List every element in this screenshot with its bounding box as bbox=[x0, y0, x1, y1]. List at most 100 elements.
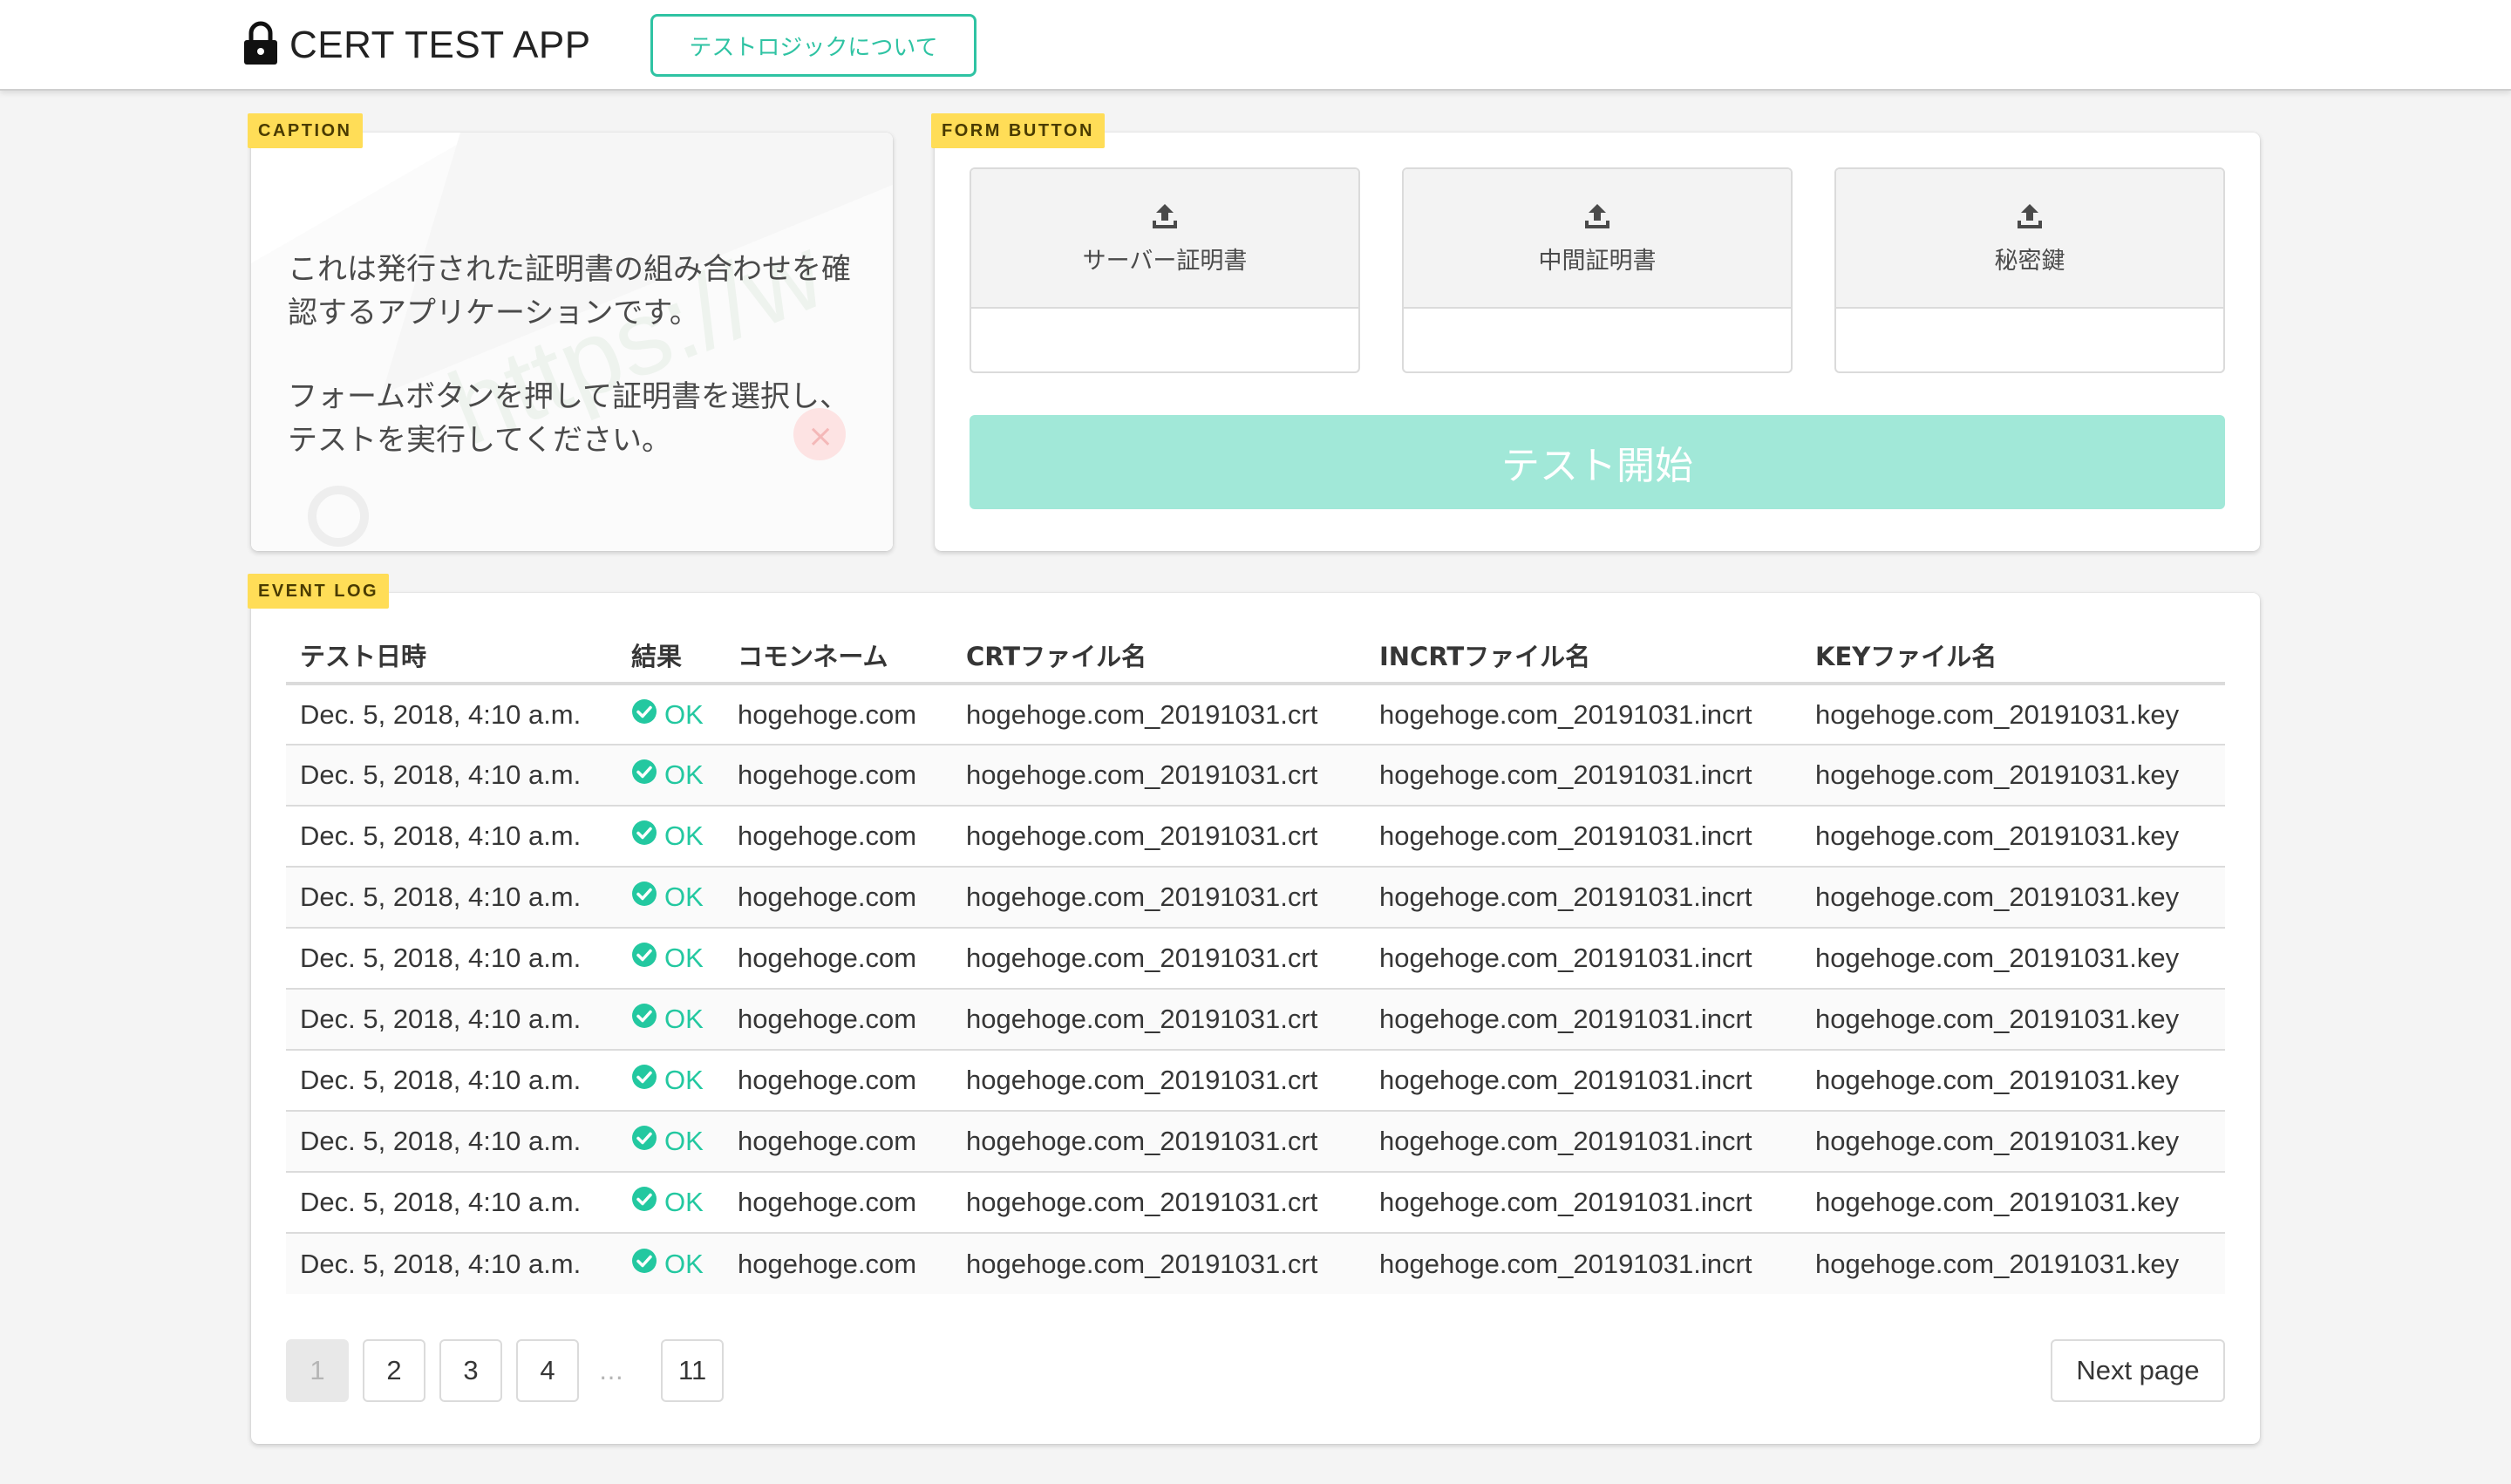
check-circle-icon bbox=[631, 759, 657, 792]
common-name-cell: hogehoge.com bbox=[724, 1111, 952, 1173]
common-name-cell: hogehoge.com bbox=[724, 745, 952, 807]
caption-paragraph: フォームボタンを押して証明書を選択し、テストを実行してください。 bbox=[288, 379, 849, 458]
table-header-row: テスト日時 結果 コモンネーム CRTファイル名 INCRTファイル名 KEYフ… bbox=[286, 628, 2225, 685]
column-header-date: テスト日時 bbox=[286, 628, 617, 685]
upload-label: 秘密鍵 bbox=[1994, 247, 2065, 275]
crt-file-cell: hogehoge.com_20191031.crt bbox=[952, 684, 1365, 745]
result-status: OK bbox=[631, 881, 710, 914]
page-button[interactable]: 2 bbox=[363, 1339, 425, 1402]
result-label: OK bbox=[664, 1126, 704, 1156]
incrt-file-cell: hogehoge.com_20191031.incrt bbox=[1365, 1050, 1801, 1112]
result-label: OK bbox=[664, 882, 704, 912]
table-row: Dec. 5, 2018, 4:10 a.m. OK hogehoge.com hog… bbox=[286, 806, 2225, 868]
crt-file-cell: hogehoge.com_20191031.crt bbox=[952, 1050, 1365, 1112]
upload-filename bbox=[1404, 309, 1791, 371]
date-cell: Dec. 5, 2018, 4:10 a.m. bbox=[286, 806, 617, 868]
result-status: OK bbox=[631, 942, 710, 975]
server-cert-upload[interactable]: サーバー証明書 bbox=[970, 167, 1360, 373]
result-cell: OK bbox=[617, 989, 724, 1051]
result-label: OK bbox=[664, 820, 704, 851]
result-cell: OK bbox=[617, 806, 724, 868]
upload-cta[interactable]: 秘密鍵 bbox=[1836, 169, 2223, 309]
upload-cta[interactable]: サーバー証明書 bbox=[971, 169, 1358, 309]
upload-icon bbox=[1150, 201, 1180, 235]
result-cell: OK bbox=[617, 1111, 724, 1173]
result-status: OK bbox=[631, 1248, 710, 1281]
date-cell: Dec. 5, 2018, 4:10 a.m. bbox=[286, 1111, 617, 1173]
date-cell: Dec. 5, 2018, 4:10 a.m. bbox=[286, 989, 617, 1051]
table-row: Dec. 5, 2018, 4:10 a.m. OK hogehoge.com hog… bbox=[286, 1172, 2225, 1234]
table-row: Dec. 5, 2018, 4:10 a.m. OK hogehoge.com hog… bbox=[286, 1233, 2225, 1294]
column-header-incrt-file: INCRTファイル名 bbox=[1365, 628, 1801, 685]
page-button-current[interactable]: 1 bbox=[286, 1339, 349, 1402]
table-row: Dec. 5, 2018, 4:10 a.m. OK hogehoge.com hog… bbox=[286, 989, 2225, 1051]
page-button[interactable]: 4 bbox=[516, 1339, 579, 1402]
app-title: CERT TEST APP bbox=[289, 24, 591, 66]
table-row: Dec. 5, 2018, 4:10 a.m. OK hogehoge.com hog… bbox=[286, 1111, 2225, 1173]
check-circle-icon bbox=[631, 698, 657, 732]
brand[interactable]: CERT TEST APP bbox=[242, 17, 591, 73]
result-status: OK bbox=[631, 1003, 710, 1036]
key-file-cell: hogehoge.com_20191031.key bbox=[1801, 1050, 2225, 1112]
incrt-file-cell: hogehoge.com_20191031.incrt bbox=[1365, 806, 1801, 868]
common-name-cell: hogehoge.com bbox=[724, 1172, 952, 1234]
result-cell: OK bbox=[617, 867, 724, 929]
crt-file-cell: hogehoge.com_20191031.crt bbox=[952, 867, 1365, 929]
date-cell: Dec. 5, 2018, 4:10 a.m. bbox=[286, 1050, 617, 1112]
check-circle-icon bbox=[631, 1064, 657, 1097]
about-logic-button[interactable]: テストロジックについて bbox=[650, 14, 976, 77]
result-label: OK bbox=[664, 1004, 704, 1034]
caption-text: これは発行された証明書の組み合わせを確認するアプリケーションです。 フォームボタ… bbox=[288, 248, 863, 462]
date-cell: Dec. 5, 2018, 4:10 a.m. bbox=[286, 684, 617, 745]
page-button-last[interactable]: 11 bbox=[661, 1339, 725, 1402]
intermediate-cert-upload[interactable]: 中間証明書 bbox=[1402, 167, 1793, 373]
column-header-key-file: KEYファイル名 bbox=[1801, 628, 2225, 685]
date-cell: Dec. 5, 2018, 4:10 a.m. bbox=[286, 1172, 617, 1234]
result-status: OK bbox=[631, 820, 710, 853]
event-log-table: テスト日時 結果 コモンネーム CRTファイル名 INCRTファイル名 KEYフ… bbox=[286, 628, 2225, 1294]
common-name-cell: hogehoge.com bbox=[724, 1050, 952, 1112]
result-cell: OK bbox=[617, 684, 724, 745]
key-file-cell: hogehoge.com_20191031.key bbox=[1801, 806, 2225, 868]
crt-file-cell: hogehoge.com_20191031.crt bbox=[952, 989, 1365, 1051]
key-file-cell: hogehoge.com_20191031.key bbox=[1801, 867, 2225, 929]
check-circle-icon bbox=[631, 881, 657, 914]
next-page-button[interactable]: Next page bbox=[2051, 1339, 2225, 1402]
upload-label: サーバー証明書 bbox=[1082, 247, 1248, 275]
key-file-cell: hogehoge.com_20191031.key bbox=[1801, 1233, 2225, 1294]
key-file-cell: hogehoge.com_20191031.key bbox=[1801, 745, 2225, 807]
navbar: CERT TEST APP テストロジックについて bbox=[0, 0, 2511, 91]
result-status: OK bbox=[631, 1186, 710, 1219]
result-status: OK bbox=[631, 759, 710, 792]
common-name-cell: hogehoge.com bbox=[724, 867, 952, 929]
start-test-button[interactable]: テスト開始 bbox=[970, 415, 2225, 509]
form-button-tag: FORM BUTTON bbox=[931, 113, 1105, 148]
key-file-cell: hogehoge.com_20191031.key bbox=[1801, 1111, 2225, 1173]
check-circle-icon bbox=[631, 1248, 657, 1281]
table-row: Dec. 5, 2018, 4:10 a.m. OK hogehoge.com hog… bbox=[286, 684, 2225, 745]
table-row: Dec. 5, 2018, 4:10 a.m. OK hogehoge.com hog… bbox=[286, 745, 2225, 807]
crt-file-cell: hogehoge.com_20191031.crt bbox=[952, 806, 1365, 868]
result-label: OK bbox=[664, 698, 704, 730]
key-file-cell: hogehoge.com_20191031.key bbox=[1801, 989, 2225, 1051]
incrt-file-cell: hogehoge.com_20191031.incrt bbox=[1365, 1111, 1801, 1173]
crt-file-cell: hogehoge.com_20191031.crt bbox=[952, 1233, 1365, 1294]
crt-file-cell: hogehoge.com_20191031.crt bbox=[952, 1111, 1365, 1173]
table-row: Dec. 5, 2018, 4:10 a.m. OK hogehoge.com hog… bbox=[286, 1050, 2225, 1112]
incrt-file-cell: hogehoge.com_20191031.incrt bbox=[1365, 989, 1801, 1051]
date-cell: Dec. 5, 2018, 4:10 a.m. bbox=[286, 867, 617, 929]
private-key-upload[interactable]: 秘密鍵 bbox=[1834, 167, 2225, 373]
common-name-cell: hogehoge.com bbox=[724, 989, 952, 1051]
column-header-crt-file: CRTファイル名 bbox=[952, 628, 1365, 685]
upload-filename bbox=[1836, 309, 2223, 371]
upload-filename bbox=[971, 309, 1358, 371]
caption-tag: CAPTION bbox=[248, 113, 363, 148]
result-cell: OK bbox=[617, 745, 724, 807]
date-cell: Dec. 5, 2018, 4:10 a.m. bbox=[286, 928, 617, 990]
crt-file-cell: hogehoge.com_20191031.crt bbox=[952, 745, 1365, 807]
page-button[interactable]: 3 bbox=[439, 1339, 502, 1402]
column-header-common-name: コモンネーム bbox=[724, 628, 952, 685]
column-header-result: 結果 bbox=[617, 628, 724, 685]
common-name-cell: hogehoge.com bbox=[724, 806, 952, 868]
upload-cta[interactable]: 中間証明書 bbox=[1404, 169, 1791, 309]
